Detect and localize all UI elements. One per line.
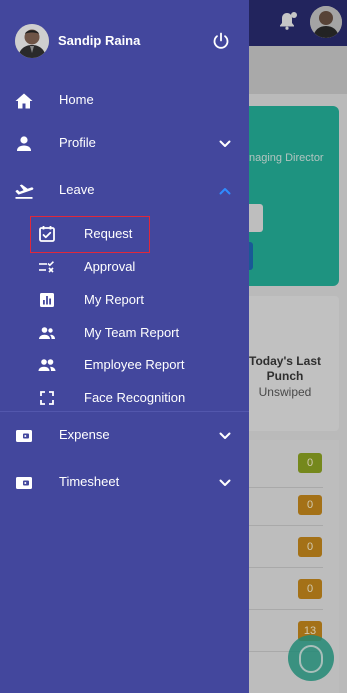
menu-item-expense[interactable]: Expense bbox=[0, 414, 249, 458]
scan-frame-icon bbox=[38, 389, 56, 407]
submenu-item-approval-label: Approval bbox=[84, 259, 136, 274]
wallet-icon bbox=[14, 426, 34, 446]
submenu-item-my-report-label: My Report bbox=[84, 292, 144, 307]
menu-item-timesheet[interactable]: Timesheet bbox=[0, 461, 249, 505]
submenu-item-my-team-report-label: My Team Report bbox=[84, 325, 180, 340]
people-icon bbox=[38, 324, 56, 342]
bar-chart-icon bbox=[38, 291, 56, 309]
submenu-item-employee-report[interactable]: Employee Report bbox=[0, 349, 249, 381]
drawer-scrim[interactable] bbox=[249, 0, 347, 693]
checklist-icon bbox=[38, 258, 56, 276]
menu-item-home-label: Home bbox=[59, 92, 94, 107]
menu-item-timesheet-label: Timesheet bbox=[59, 474, 120, 489]
menu-divider bbox=[0, 411, 249, 412]
submenu-item-employee-report-label: Employee Report bbox=[84, 357, 185, 372]
chevron-down-icon bbox=[218, 476, 232, 490]
wallet-icon bbox=[14, 473, 34, 493]
user-name: Sandip Raina bbox=[58, 33, 141, 48]
power-icon[interactable] bbox=[212, 32, 230, 50]
menu-item-expense-label: Expense bbox=[59, 427, 110, 442]
flight-takeoff-icon bbox=[14, 181, 34, 201]
submenu-item-my-report[interactable]: My Report bbox=[0, 284, 249, 316]
menu-item-home[interactable]: Home bbox=[0, 79, 249, 123]
menu-item-profile-label: Profile bbox=[59, 135, 96, 150]
menu-item-leave[interactable]: Leave bbox=[0, 169, 249, 213]
chevron-up-icon bbox=[218, 184, 232, 198]
menu-item-leave-label: Leave bbox=[59, 182, 95, 197]
submenu-item-approval[interactable]: Approval bbox=[0, 251, 249, 283]
submenu-item-face-recognition[interactable]: Face Recognition bbox=[0, 382, 249, 414]
drawer-header: Sandip Raina bbox=[0, 0, 249, 82]
submenu-item-face-recognition-label: Face Recognition bbox=[84, 390, 186, 405]
navigation-drawer: Sandip Raina Home Profile Leave Request … bbox=[0, 0, 249, 693]
submenu-item-my-team-report[interactable]: My Team Report bbox=[0, 317, 249, 349]
home-icon bbox=[14, 91, 34, 111]
selection-highlight-box bbox=[30, 216, 150, 253]
chevron-down-icon bbox=[218, 137, 232, 151]
chevron-down-icon bbox=[218, 429, 232, 443]
group-icon bbox=[38, 356, 56, 374]
person-icon bbox=[14, 134, 34, 154]
user-avatar[interactable] bbox=[15, 24, 49, 58]
menu-item-profile[interactable]: Profile bbox=[0, 122, 249, 166]
